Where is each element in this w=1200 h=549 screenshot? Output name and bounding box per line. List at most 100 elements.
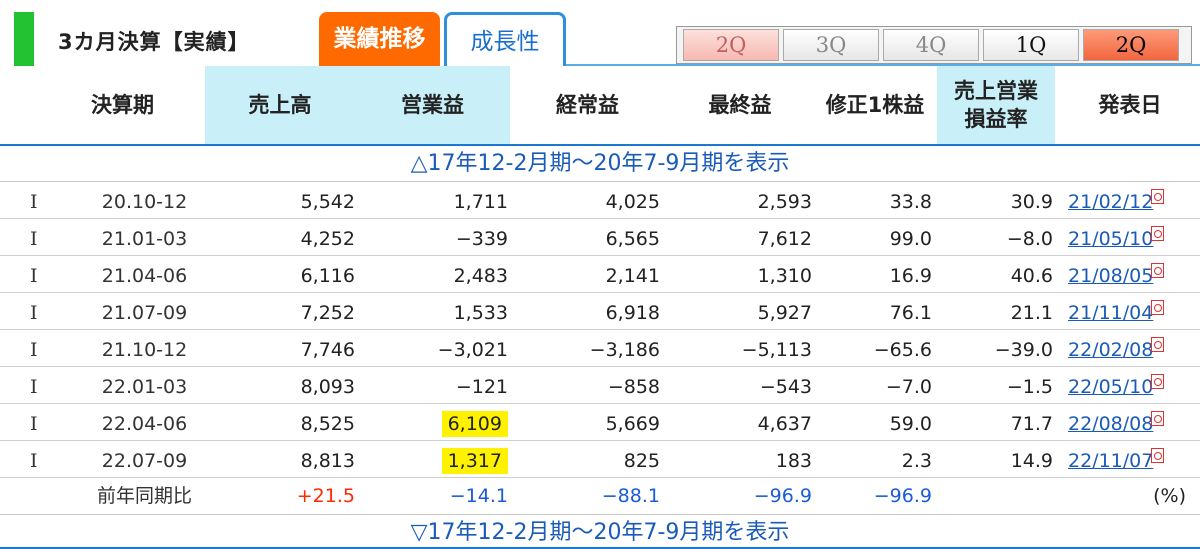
row-eps: 2.3: [901, 450, 932, 472]
row-operating-profit: −121: [455, 376, 508, 398]
yoy-ordinary-profit: −88.1: [601, 485, 660, 507]
announce-date-link[interactable]: 22/05/10: [1068, 376, 1153, 398]
row-announce-date: 21/11/04: [1068, 293, 1196, 329]
pdf-icon[interactable]: [1151, 337, 1165, 352]
table-row: I 20.10-12 5,542 1,711 4,025 2,593 33.8 30.9 21/…: [0, 182, 1200, 219]
row-announce-date: 22/11/07: [1068, 441, 1196, 477]
row-eps: 76.1: [889, 302, 932, 324]
row-ordinary-profit: 5,669: [605, 413, 660, 435]
pdf-icon[interactable]: [1151, 263, 1165, 278]
table-header: 決算期 売上高 営業益 経常益 最終益 修正1株益 売上営業 損益率 発表日: [0, 66, 1200, 146]
row-ordinary-profit: 4,025: [605, 191, 660, 213]
row-announce-date: 22/08/08: [1068, 404, 1196, 440]
row-ordinary-profit: 6,565: [605, 228, 660, 250]
row-period: 21.10-12: [101, 339, 188, 361]
row-eps: −7.0: [885, 376, 932, 398]
pdf-icon[interactable]: [1151, 448, 1165, 463]
row-net-profit: 4,637: [757, 413, 812, 435]
row-operating-margin: 14.9: [1010, 450, 1053, 472]
announce-date-link[interactable]: 21/02/12: [1068, 191, 1153, 213]
pdf-icon[interactable]: [1151, 300, 1165, 315]
row-ordinary-profit: 6,918: [605, 302, 660, 324]
row-operating-profit: 1,533: [453, 302, 508, 324]
row-ordinary-profit: −3,186: [589, 339, 660, 361]
row-type: I: [30, 339, 38, 361]
row-operating-profit: −339: [455, 228, 508, 250]
show-older-periods-link-bottom[interactable]: ▽17年12-2月期～20年7-9月期を表示: [0, 514, 1200, 549]
yoy-row: 前年同期比 +21.5 −14.1 −88.1 −96.9 −96.9 (%): [0, 478, 1200, 514]
yoy-unit: (%): [1153, 485, 1186, 507]
row-period: 22.01-03: [101, 376, 188, 398]
row-type: I: [30, 302, 38, 324]
quarter-button-prev-2q[interactable]: 2Q: [683, 29, 779, 61]
pdf-icon[interactable]: [1151, 411, 1165, 426]
row-sales: 7,746: [300, 339, 355, 361]
table-row: I 21.07-09 7,252 1,533 6,918 5,927 76.1 21.1 21/…: [0, 293, 1200, 330]
row-sales: 8,813: [300, 450, 355, 472]
row-ordinary-profit: 825: [623, 450, 660, 472]
announce-date-link[interactable]: 22/11/07: [1068, 450, 1153, 472]
table-row: I 21.01-03 4,252 −339 6,565 7,612 99.0 −8.0 21/0…: [0, 219, 1200, 256]
announce-date-link[interactable]: 21/08/05: [1068, 265, 1153, 287]
top-bar: 3カ月決算【実績】 業績推移 成長性 2Q 3Q 4Q 1Q 2Q: [0, 0, 1200, 66]
row-period: 21.01-03: [101, 228, 188, 250]
quarter-button-2q-active[interactable]: 2Q: [1083, 29, 1179, 61]
row-operating-margin: −39.0: [994, 339, 1053, 361]
row-operating-profit: 6,109: [360, 404, 508, 440]
row-operating-margin: 30.9: [1010, 191, 1053, 213]
announce-date-link[interactable]: 22/08/08: [1068, 413, 1153, 435]
col-header-net-profit: 最終益: [708, 93, 772, 117]
row-operating-profit: 2,483: [453, 265, 508, 287]
col-header-operating-profit: 営業益: [355, 66, 510, 144]
row-net-profit: 183: [775, 450, 812, 472]
row-operating-profit: −3,021: [437, 339, 508, 361]
yoy-operating-profit: −14.1: [449, 485, 508, 507]
row-sales: 4,252: [300, 228, 355, 250]
table-row: I 21.04-06 6,116 2,483 2,141 1,310 16.9 40.6 21/…: [0, 256, 1200, 293]
quarter-button-1q[interactable]: 1Q: [983, 29, 1079, 61]
tab-performance-trend[interactable]: 業績推移: [319, 12, 440, 66]
yoy-sales: +21.5: [296, 485, 355, 507]
row-ordinary-profit: −858: [607, 376, 660, 398]
row-period: 21.07-09: [101, 302, 188, 324]
row-eps: 59.0: [889, 413, 932, 435]
table-row: I 22.04-06 8,525 6,109 5,669 4,637 59.0 71.7 22/…: [0, 404, 1200, 441]
pdf-icon[interactable]: [1151, 189, 1165, 204]
tab-growth[interactable]: 成長性: [444, 12, 566, 66]
col-header-period: 決算期: [91, 93, 154, 117]
row-type: I: [30, 191, 38, 213]
row-eps: 33.8: [889, 191, 932, 213]
quarter-button-3q[interactable]: 3Q: [783, 29, 879, 61]
row-announce-date: 22/02/08: [1068, 330, 1196, 366]
highlighted-value: 1,317: [441, 448, 508, 474]
row-announce-date: 21/08/05: [1068, 256, 1196, 292]
row-eps: 99.0: [889, 228, 932, 250]
row-operating-margin: 21.1: [1010, 302, 1053, 324]
table-row: I 22.01-03 8,093 −121 −858 −543 −7.0 −1.5 22/05/…: [0, 367, 1200, 404]
announce-date-link[interactable]: 21/05/10: [1068, 228, 1153, 250]
quarter-button-4q[interactable]: 4Q: [883, 29, 979, 61]
table-row: I 21.10-12 7,746 −3,021 −3,186 −5,113 −65.6 −39…: [0, 330, 1200, 367]
row-type: I: [30, 265, 38, 287]
col-header-operating-margin: 売上営業 損益率: [937, 66, 1055, 144]
row-eps: 16.9: [889, 265, 932, 287]
col-header-eps: 修正1株益: [825, 93, 925, 117]
show-older-periods-link[interactable]: △17年12-2月期～20年7-9月期を表示: [0, 146, 1200, 182]
section-title: 3カ月決算【実績】: [58, 30, 250, 54]
highlighted-value: 6,109: [441, 411, 508, 437]
row-announce-date: 21/05/10: [1068, 219, 1196, 255]
row-net-profit: −5,113: [741, 339, 812, 361]
yoy-eps: −96.9: [873, 485, 932, 507]
pdf-icon[interactable]: [1151, 374, 1165, 389]
row-type: I: [30, 228, 38, 250]
yoy-net-profit: −96.9: [753, 485, 812, 507]
announce-date-link[interactable]: 21/11/04: [1068, 302, 1153, 324]
row-operating-margin: 71.7: [1010, 413, 1053, 435]
col-header-sales: 売上高: [205, 66, 355, 144]
row-sales: 5,542: [300, 191, 355, 213]
col-header-ordinary-profit: 経常益: [556, 93, 619, 117]
announce-date-link[interactable]: 22/02/08: [1068, 339, 1153, 361]
row-eps: −65.6: [873, 339, 932, 361]
row-operating-profit: 1,317: [360, 441, 508, 477]
pdf-icon[interactable]: [1151, 226, 1165, 241]
